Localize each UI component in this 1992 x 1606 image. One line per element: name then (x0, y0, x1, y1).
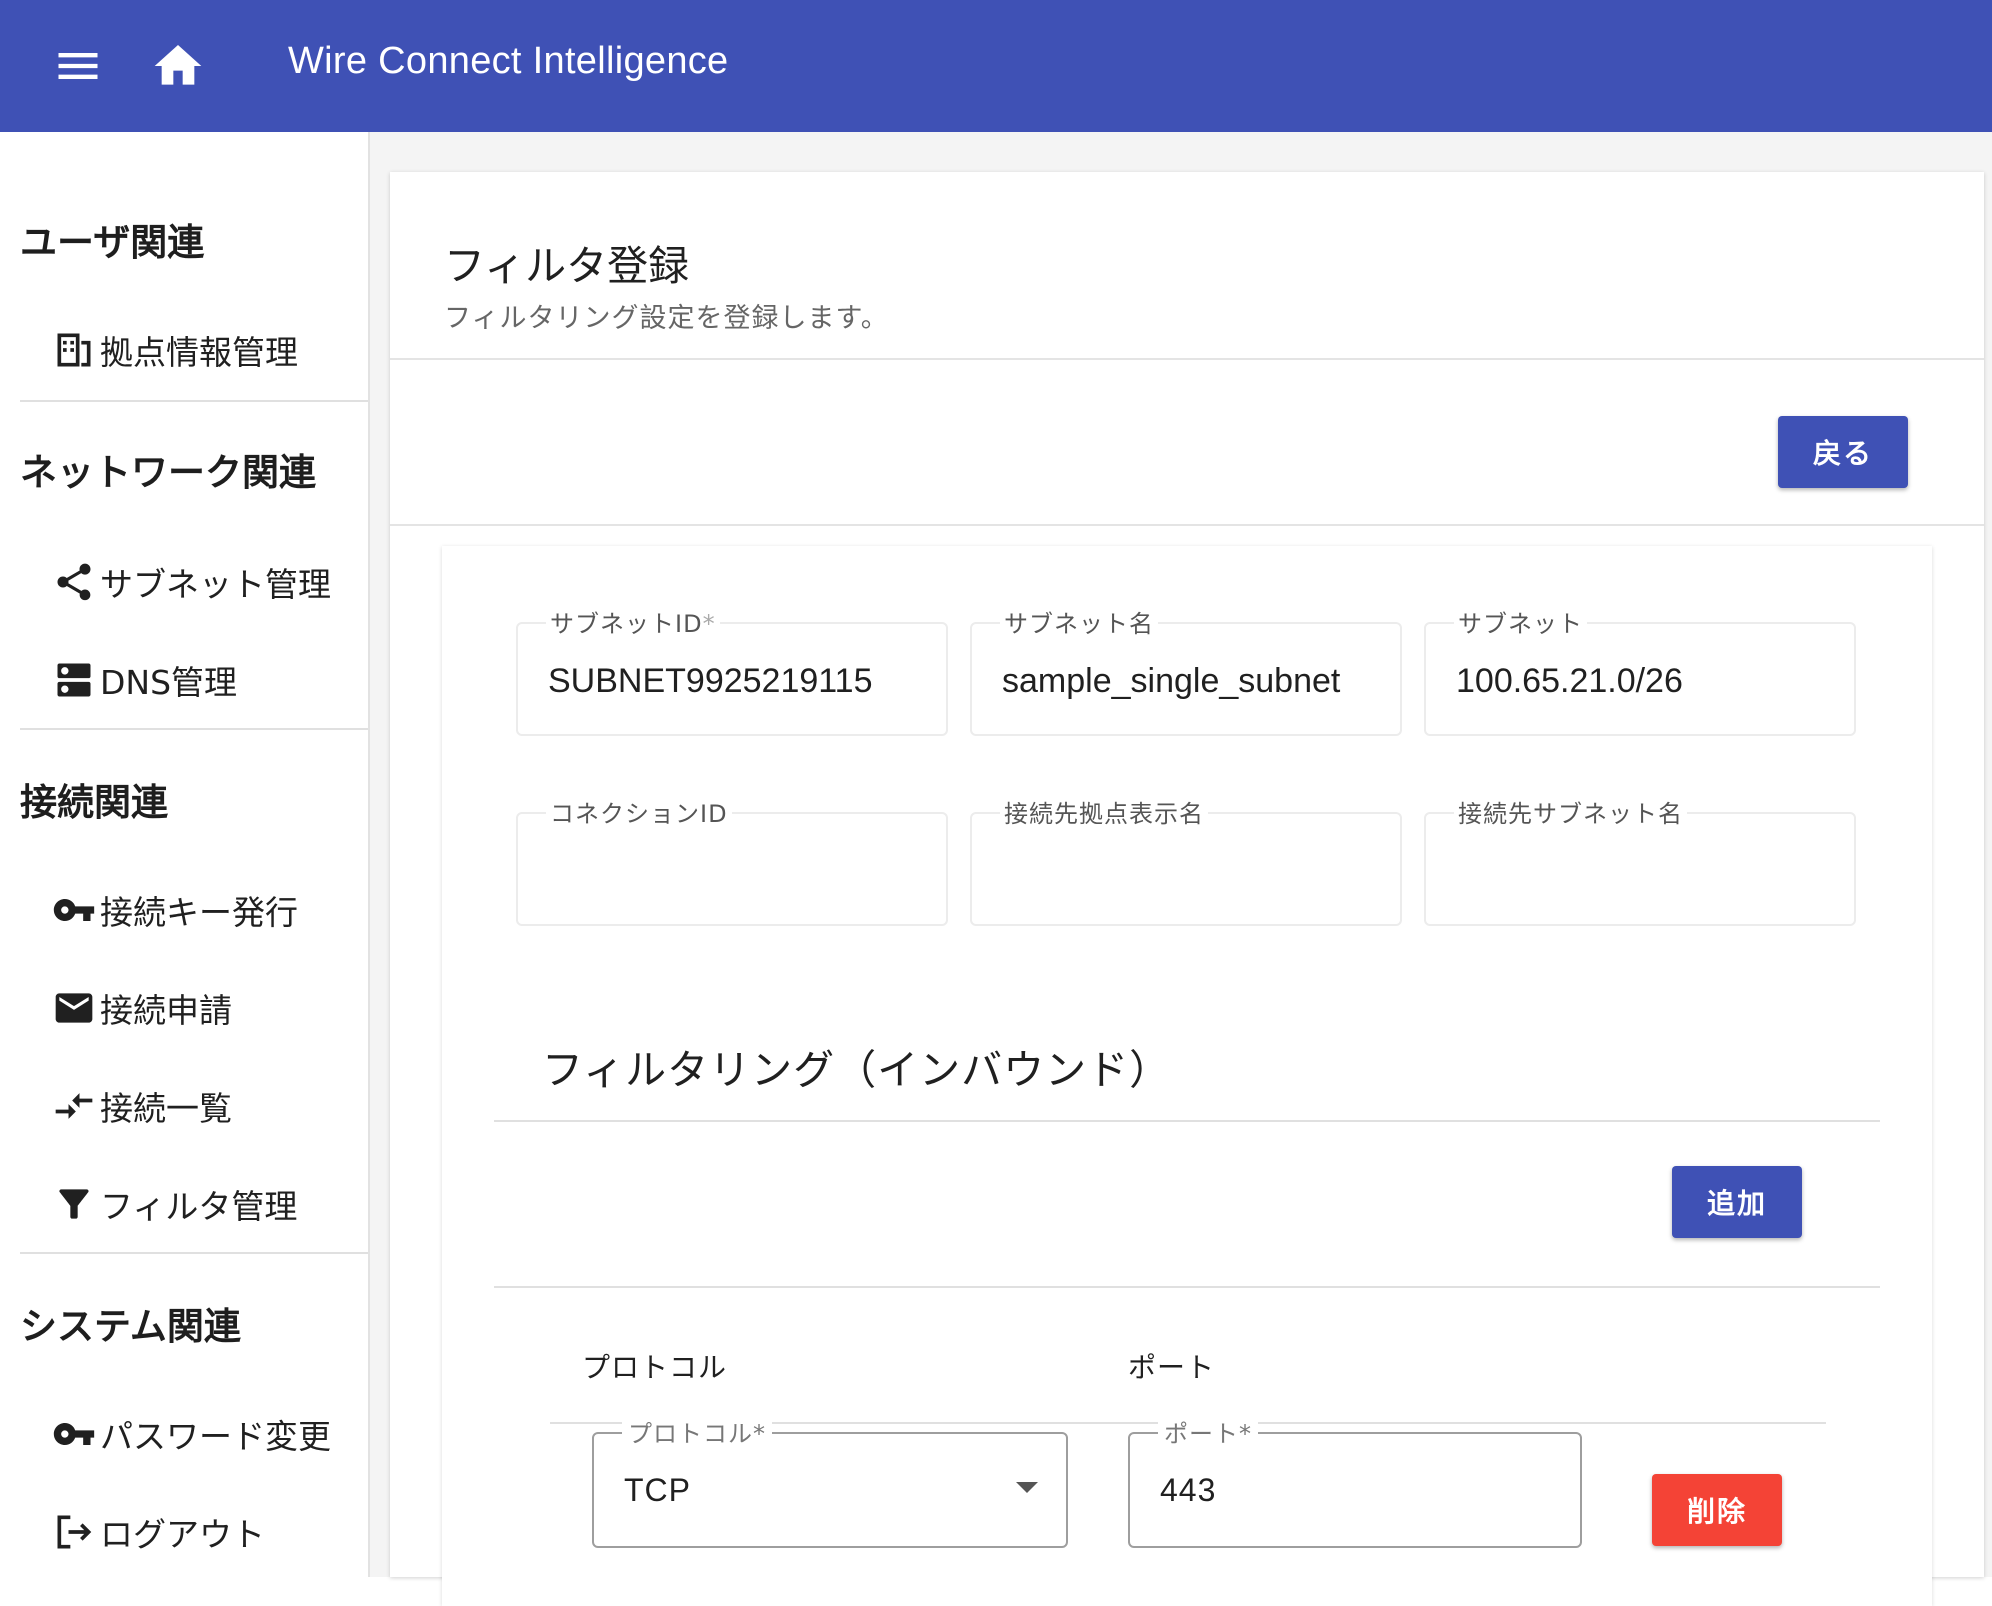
column-header-port: ポート (1128, 1351, 1216, 1384)
sidebar-item-filter[interactable]: フィルタ管理 (52, 1174, 297, 1234)
subnet-field[interactable]: サブネット 100.65.21.0/26 (1424, 604, 1856, 736)
filter-register-card: フィルタ登録 フィルタリング設定を登録します。 戻る サブネットID* SUBN… (390, 172, 1984, 1606)
chevron-down-icon[interactable] (1016, 1482, 1038, 1493)
sidebar-section-network: ネットワーク関連 (20, 451, 316, 494)
protocol-select[interactable]: プロトコル* TCP (592, 1414, 1068, 1548)
column-header-protocol: プロトコル (582, 1351, 728, 1384)
app-bar: Wire Connect Intelligence (0, 0, 1992, 132)
sidebar-section-user: ユーザ関連 (20, 221, 205, 264)
divider (20, 400, 368, 402)
port-input[interactable]: ポート* 443 (1128, 1414, 1582, 1548)
field-label: コネクションID (546, 794, 732, 829)
compare-arrows-icon (52, 1082, 100, 1130)
field-label: プロトコル* (622, 1414, 772, 1449)
protocol-value: TCP (624, 1472, 691, 1508)
sidebar-item-label: 拠点情報管理 (100, 333, 298, 372)
sidebar-item-subnet[interactable]: サブネット管理 (52, 552, 331, 612)
sidebar-item-label: 接続キー発行 (100, 893, 298, 932)
subnet-value: 100.65.21.0/26 (1456, 662, 1683, 700)
sidebar-item-label: フィルタ管理 (100, 1187, 298, 1226)
menu-icon[interactable] (52, 40, 104, 92)
divider (390, 358, 1984, 360)
page-title: フィルタ登録 (444, 242, 690, 290)
building-icon (52, 326, 100, 374)
inbound-section-title: フィルタリング（インバウンド） (542, 1046, 1172, 1094)
sidebar-item-dns[interactable]: DNS管理 (52, 650, 237, 710)
delete-button[interactable]: 削除 (1652, 1474, 1782, 1546)
logout-icon (52, 1508, 100, 1556)
port-value: 443 (1160, 1472, 1217, 1508)
filter-form: サブネットID* SUBNET9925219115 サブネット名 sample_… (442, 546, 1932, 1606)
subnet-id-value: SUBNET9925219115 (548, 662, 873, 700)
app-title: Wire Connect Intelligence (288, 40, 729, 82)
dest-subnet-name-field[interactable]: 接続先サブネット名 (1424, 794, 1856, 926)
divider (20, 1252, 368, 1254)
home-icon[interactable] (150, 38, 206, 94)
sidebar-item-password[interactable]: パスワード変更 (52, 1404, 331, 1464)
sidebar-item-connection-list[interactable]: 接続一覧 (52, 1076, 232, 1136)
dest-site-name-field[interactable]: 接続先拠点表示名 (970, 794, 1402, 926)
sidebar: ユーザ関連 拠点情報管理 ネットワーク関連 サブネット管理 DNS管理 接続関連… (0, 132, 370, 1577)
sidebar-item-label: DNS管理 (100, 663, 238, 702)
sidebar-item-label: サブネット管理 (100, 565, 331, 604)
key-icon (52, 886, 100, 934)
share-icon (52, 558, 100, 606)
subnet-name-value: sample_single_subnet (1002, 662, 1341, 700)
subnet-id-field[interactable]: サブネットID* SUBNET9925219115 (516, 604, 948, 736)
back-button[interactable]: 戻る (1778, 416, 1908, 488)
page-subtitle: フィルタリング設定を登録します。 (444, 303, 889, 334)
connection-id-field[interactable]: コネクションID (516, 794, 948, 926)
subnet-name-field[interactable]: サブネット名 sample_single_subnet (970, 604, 1402, 736)
sidebar-item-label: 接続一覧 (100, 1089, 232, 1128)
mail-icon (52, 984, 100, 1032)
field-label: ポート* (1158, 1414, 1258, 1449)
filter-icon (52, 1180, 100, 1228)
key-icon (52, 1410, 100, 1458)
field-label: サブネットID* (546, 604, 720, 639)
add-button[interactable]: 追加 (1672, 1166, 1802, 1238)
sidebar-item-request[interactable]: 接続申請 (52, 978, 232, 1038)
field-label: サブネット名 (1000, 604, 1158, 639)
sidebar-section-connection: 接続関連 (20, 781, 168, 824)
field-label: サブネット (1454, 604, 1587, 639)
divider (390, 524, 1984, 526)
sidebar-section-system: システム関連 (20, 1305, 241, 1348)
field-label: 接続先拠点表示名 (1000, 794, 1208, 829)
field-label: 接続先サブネット名 (1454, 794, 1687, 829)
sidebar-item-label: パスワード変更 (100, 1417, 331, 1456)
divider (494, 1120, 1880, 1122)
sidebar-item-site-info[interactable]: 拠点情報管理 (52, 320, 298, 380)
sidebar-item-issue-key[interactable]: 接続キー発行 (52, 880, 298, 940)
sidebar-item-label: ログアウト (100, 1515, 265, 1554)
divider (20, 728, 368, 730)
sidebar-item-label: 接続申請 (100, 991, 232, 1030)
sidebar-item-logout[interactable]: ログアウト (52, 1502, 265, 1562)
dns-icon (52, 656, 100, 704)
divider (494, 1286, 1880, 1288)
